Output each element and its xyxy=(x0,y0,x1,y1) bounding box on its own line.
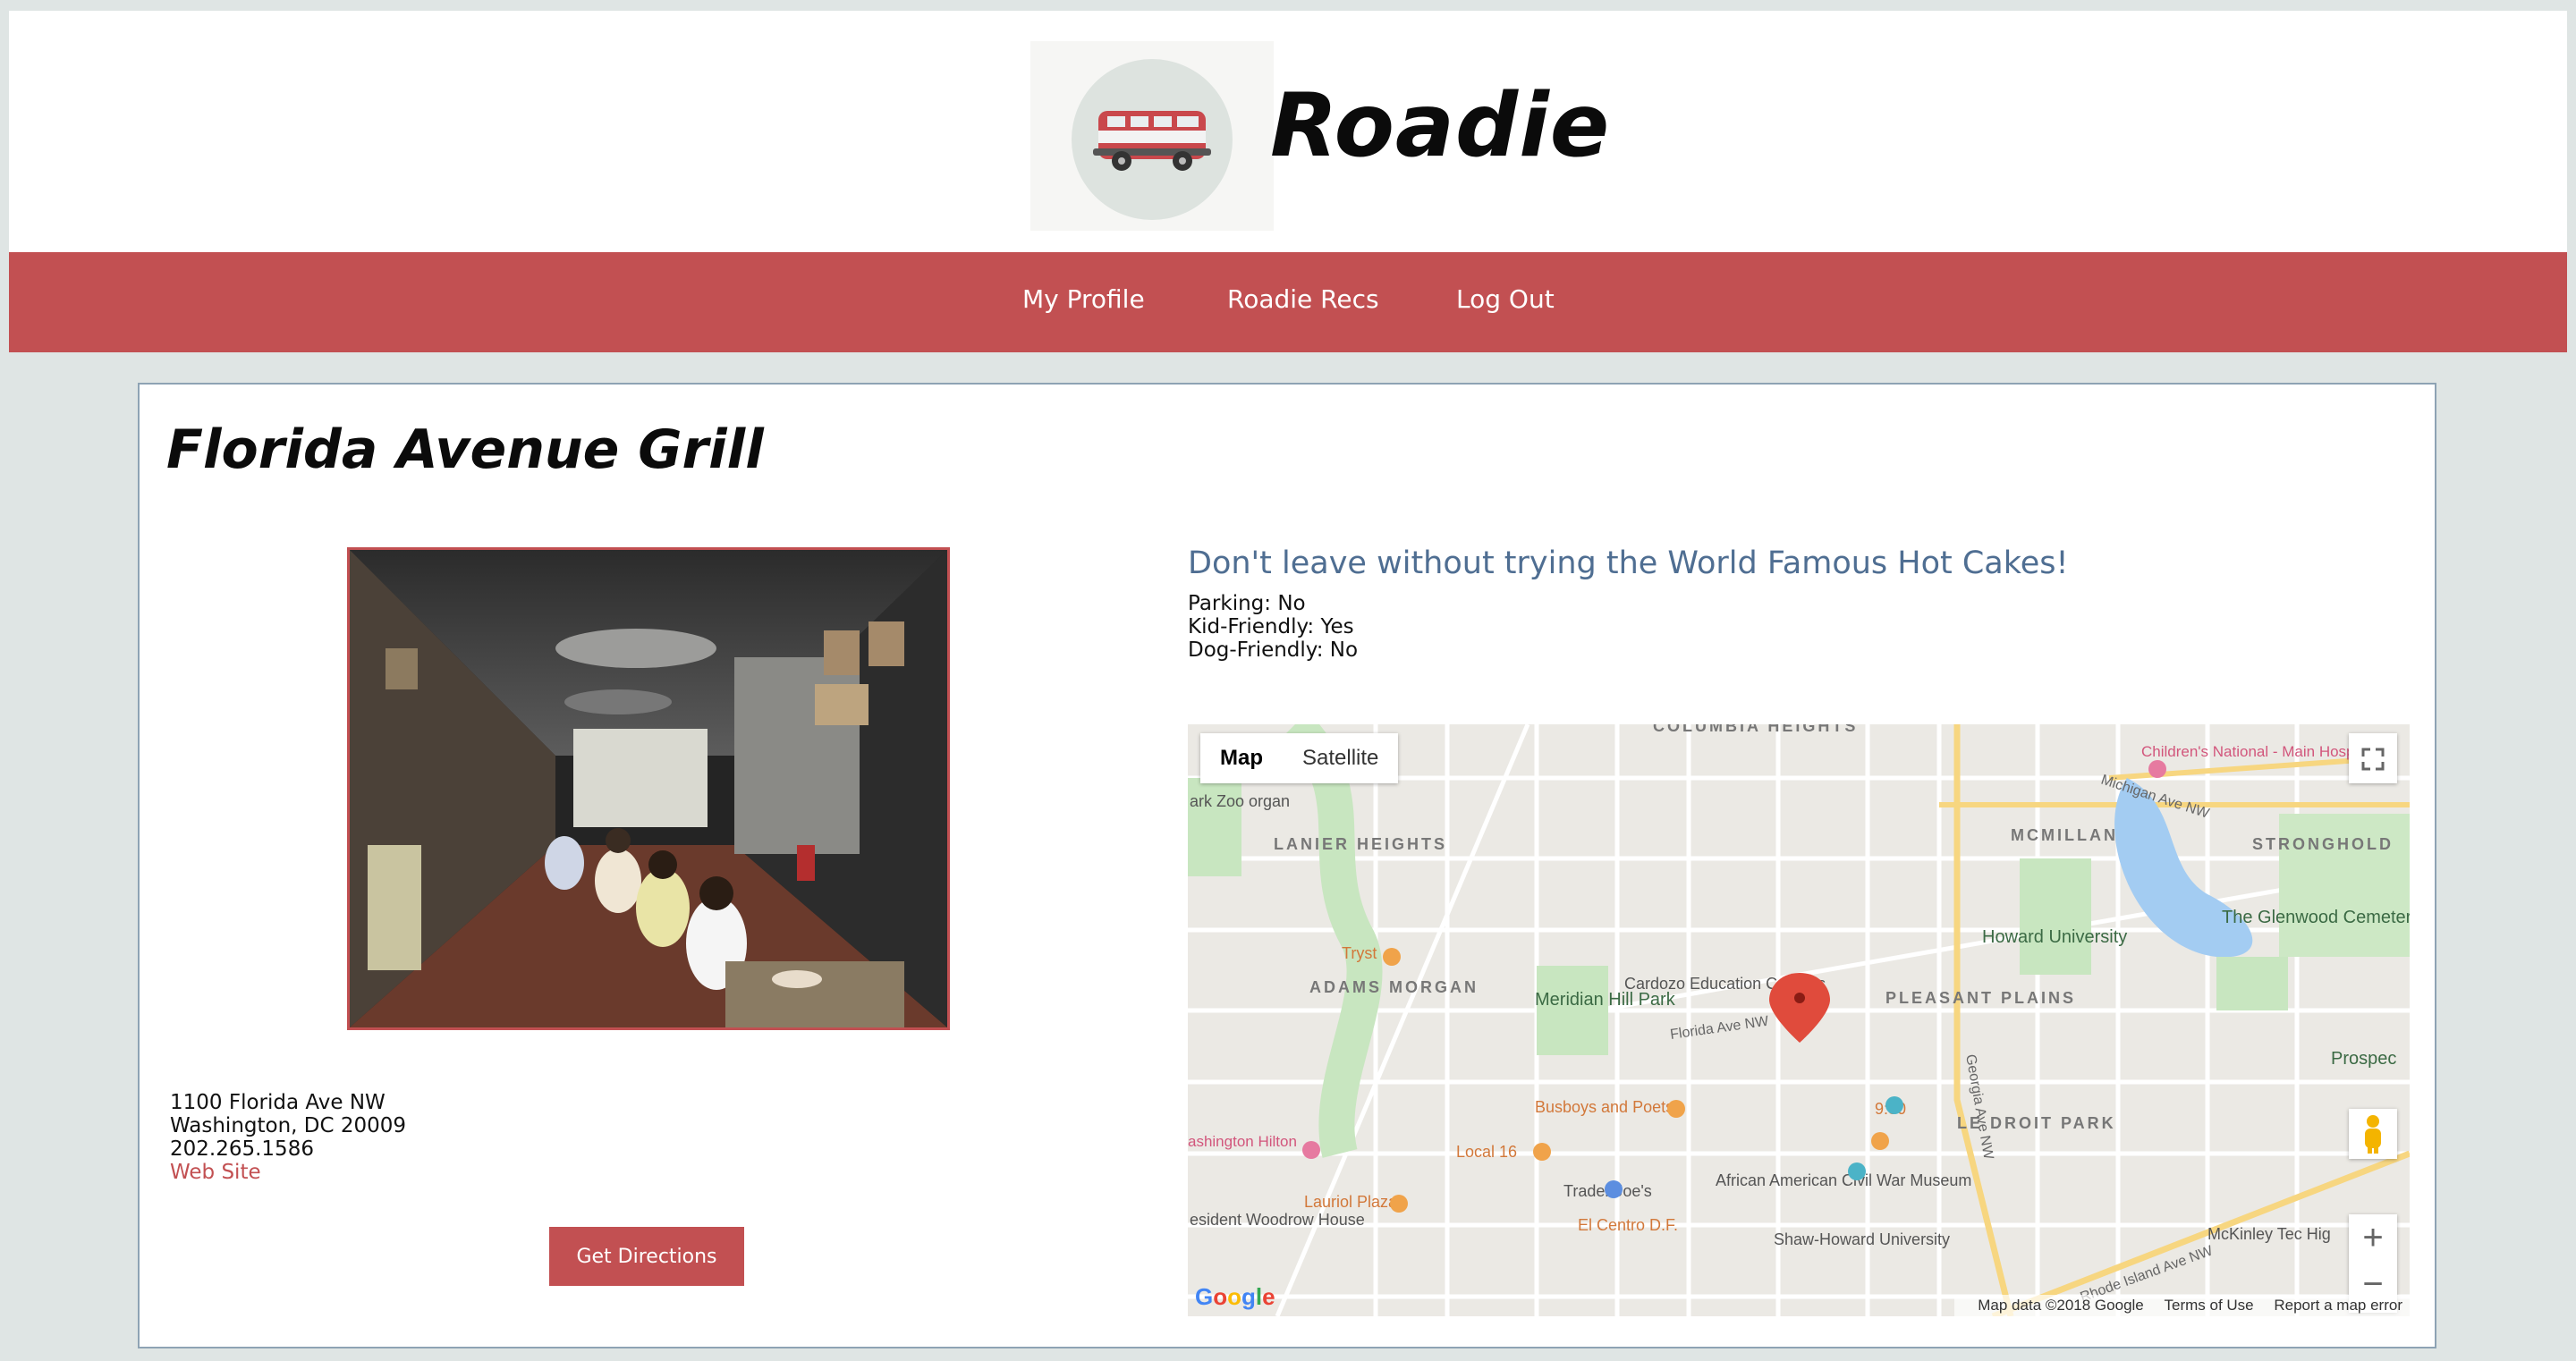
attribute-dog-friendly: Dog-Friendly: No xyxy=(1188,638,1359,662)
get-directions-button[interactable]: Get Directions xyxy=(549,1227,744,1286)
map-label-local16: Local 16 xyxy=(1456,1143,1517,1161)
map-label-columbia-heights: COLUMBIA HEIGHTS xyxy=(1653,724,1858,735)
map-label-lauriol: Lauriol Plaza xyxy=(1304,1193,1398,1211)
van-icon xyxy=(1093,111,1211,171)
map-type-map[interactable]: Map xyxy=(1200,733,1283,783)
place-tagline: Don't leave without trying the World Fam… xyxy=(1188,545,2069,581)
map-view[interactable]: COLUMBIA HEIGHTS LANIER HEIGHTS MCMILLAN… xyxy=(1188,724,2410,1316)
place-card: Florida Avenue Grill 1100 Florida Ave NW… xyxy=(138,383,2436,1348)
map-label-howard: Howard University xyxy=(1982,927,2127,947)
nav-log-out[interactable]: Log Out xyxy=(1456,284,1555,314)
brand-name[interactable]: Roadie xyxy=(1270,75,1610,177)
logo-badge xyxy=(1072,59,1233,220)
address-line-2: Washington, DC 20009 xyxy=(170,1114,407,1137)
zoom-in-button[interactable]: + xyxy=(2349,1214,2397,1261)
place-title: Florida Avenue Grill xyxy=(166,418,764,481)
attribute-parking: Parking: No xyxy=(1188,592,1306,615)
site-header: Roadie xyxy=(9,11,2567,252)
website-link[interactable]: Web Site xyxy=(170,1161,406,1184)
map-type-satellite[interactable]: Satellite xyxy=(1283,733,1398,783)
map-label-busboys: Busboys and Poets xyxy=(1535,1098,1674,1116)
map-label-adams-morgan: ADAMS MORGAN xyxy=(1309,978,1479,996)
map-label-zoo: ark Zoo organ xyxy=(1190,792,1290,810)
attribute-kid-friendly: Kid-Friendly: Yes xyxy=(1188,615,1354,638)
map-label-mckinley: McKinley Tec Hig xyxy=(2207,1225,2331,1243)
map-label-pleasant-plains: PLEASANT PLAINS xyxy=(1885,989,2076,1007)
map-label-meridian: Meridian Hill Park xyxy=(1535,990,1676,1010)
map-footer: Map data ©2018 Google Terms of Use Repor… xyxy=(1954,1295,2410,1316)
map-label-prospect: Prospec xyxy=(2331,1049,2396,1069)
main-nav: My Profile Roadie Recs Log Out xyxy=(9,252,2567,352)
address-line-1: 1100 Florida Ave NW xyxy=(170,1091,386,1114)
map-terms-link[interactable]: Terms of Use xyxy=(2165,1297,2254,1314)
map-label-hilton: ashington Hilton xyxy=(1188,1133,1297,1150)
place-attributes: Parking: No Kid-Friendly: Yes Dog-Friend… xyxy=(1188,592,1358,662)
map-label-mcmillan: MCMILLAN xyxy=(2011,826,2118,844)
map-label-glenwood: The Glenwood Cemetery xyxy=(2222,908,2410,927)
map-label-african-american: African American Civil War Museum xyxy=(1716,1171,1971,1189)
map-label-stronghold: STRONGHOLD xyxy=(2252,835,2394,853)
map-label-woodrow: esident Woodrow House xyxy=(1190,1211,1365,1229)
nav-my-profile[interactable]: My Profile xyxy=(1022,284,1145,314)
map-report-link[interactable]: Report a map error xyxy=(2274,1297,2402,1314)
map-label-tryst: Tryst xyxy=(1342,944,1377,962)
pegman-icon[interactable] xyxy=(2349,1109,2397,1159)
map-data-attribution: Map data ©2018 Google xyxy=(1978,1297,2144,1314)
address-block: 1100 Florida Ave NW Washington, DC 20009… xyxy=(170,1091,406,1184)
logo[interactable] xyxy=(1030,41,1274,231)
phone-number: 202.265.1586 xyxy=(170,1137,314,1161)
nav-roadie-recs[interactable]: Roadie Recs xyxy=(1227,284,1379,314)
fullscreen-icon[interactable] xyxy=(2349,733,2397,783)
map-type-control: Map Satellite xyxy=(1200,733,1399,783)
map-label-lanier-heights: LANIER HEIGHTS xyxy=(1274,835,1447,853)
google-logo[interactable]: Google xyxy=(1195,1283,1275,1311)
map-label-childrens: Children's National - Main Hospital xyxy=(2141,743,2374,760)
place-photo xyxy=(347,547,950,1030)
map-label-elcentro: El Centro D.F. xyxy=(1578,1216,1678,1234)
map-label-shaw-howard: Shaw-Howard University xyxy=(1774,1230,1950,1248)
